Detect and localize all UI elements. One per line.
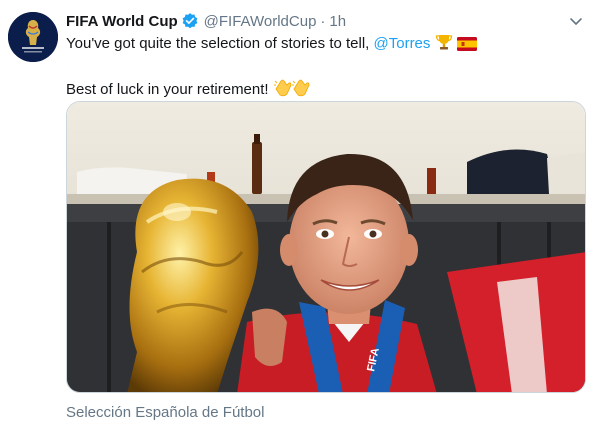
tweet-content: FIFA World Cup @FIFAWorldCup · 1h You've… [66, 11, 588, 103]
tweet-text-prefix: You've got quite the selection of storie… [66, 35, 374, 52]
author-avatar[interactable] [8, 12, 58, 62]
tweet-text: You've got quite the selection of storie… [66, 33, 588, 103]
torres-world-cup-photo: FIFA [67, 102, 585, 392]
tweet-line-2-text: Best of luck in your retirement! [66, 81, 273, 98]
author-handle[interactable]: @FIFAWorldCup [204, 13, 317, 30]
tweet-line-2: Best of luck in your retirement! [66, 77, 588, 103]
chevron-down-icon[interactable] [568, 13, 584, 29]
tweet-photo[interactable]: FIFA [66, 101, 586, 393]
fifa-world-cup-logo-icon [8, 12, 58, 62]
trophy-emoji [435, 33, 453, 57]
clapping-hands-emoji [273, 77, 311, 103]
media-caption[interactable]: Selección Española de Fútbol [66, 404, 264, 421]
tweet-line-1: You've got quite the selection of storie… [66, 33, 588, 57]
mention-link[interactable]: @Torres [374, 35, 431, 52]
author-name[interactable]: FIFA World Cup [66, 13, 178, 30]
verified-badge-icon [181, 12, 199, 30]
spain-flag-emoji [456, 37, 477, 57]
tweet-header: FIFA World Cup @FIFAWorldCup · 1h [66, 11, 588, 31]
header-separator: · [320, 12, 326, 30]
tweet-timestamp[interactable]: 1h [329, 13, 346, 30]
